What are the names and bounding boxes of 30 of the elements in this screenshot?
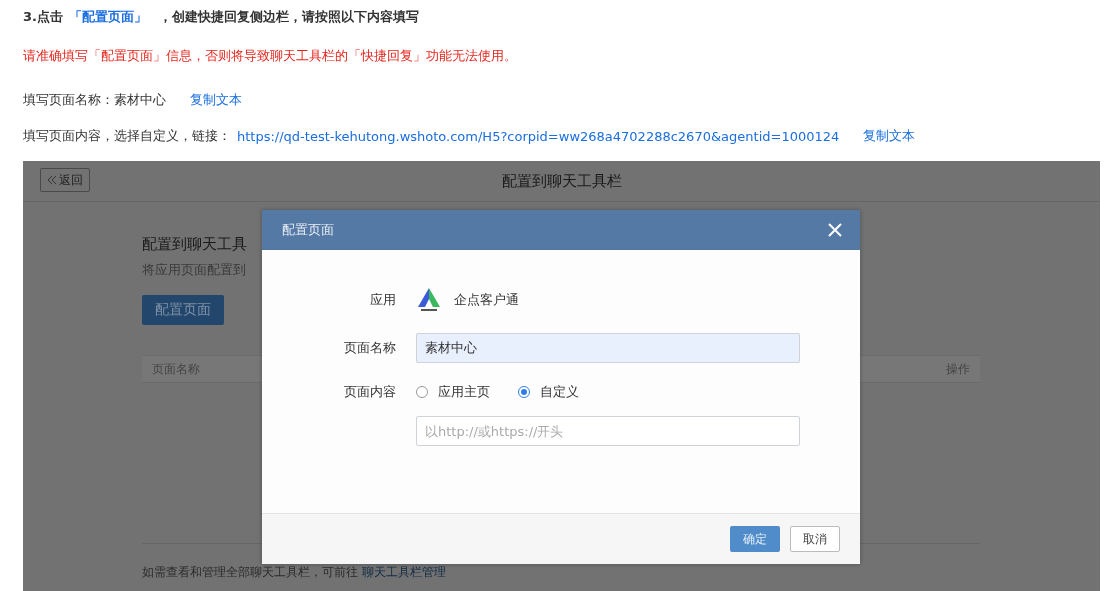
toolbar-manage-link[interactable]: 聊天工具栏管理 (362, 565, 446, 579)
url-field[interactable]: 以http://或https://开头 (416, 416, 800, 446)
app-logo-icon (416, 287, 442, 313)
copy-link[interactable]: 复制文本 (863, 127, 916, 145)
dialog-title: 配置页面 (282, 221, 334, 239)
radio-option[interactable]: 自定义 (518, 383, 579, 401)
page-name-value: 素材中心 (114, 91, 166, 109)
step-text: 3.点击 (23, 8, 63, 26)
step-text: ，创建快捷回复侧边栏，请按照以下内容填写 (159, 8, 419, 26)
config-page-link[interactable]: 「配置页面」 (69, 8, 147, 26)
close-icon[interactable] (828, 223, 842, 237)
double-chevron-icon (47, 175, 57, 185)
warning-text: 请准确填写「配置页面」信息，否则将导致聊天工具栏的「快捷回复」功能无法使用。 (23, 47, 518, 65)
app-name: 企点客户通 (454, 291, 519, 309)
page-title: 配置到聊天工具栏 (501, 171, 622, 191)
cancel-button[interactable]: 取消 (790, 526, 840, 552)
copy-link[interactable]: 复制文本 (190, 91, 242, 109)
footer-text: 如需查看和管理全部聊天工具栏，可前往 (142, 565, 358, 579)
section-heading: 配置到聊天工具 (142, 235, 248, 255)
page-name-field[interactable]: 素材中心 (416, 333, 800, 363)
back-button[interactable]: 返回 (40, 168, 90, 192)
radio-option[interactable]: 应用主页 (416, 383, 490, 401)
field-label: 填写页面内容，选择自定义，链接： (23, 127, 231, 145)
url-link[interactable]: https://qd-test-kehutong.wshoto.com/H5?corpid=ww268a4702288c2670&agentid=1000124 (237, 128, 840, 144)
field-label: 页面名称 (343, 339, 396, 357)
field-label: 应用 (369, 291, 396, 309)
field-label: 页面内容 (343, 383, 396, 401)
field-label: 填写页面名称： (23, 91, 114, 109)
confirm-button[interactable]: 确定 (730, 526, 780, 552)
config-page-button[interactable]: 配置页面 (142, 295, 224, 325)
